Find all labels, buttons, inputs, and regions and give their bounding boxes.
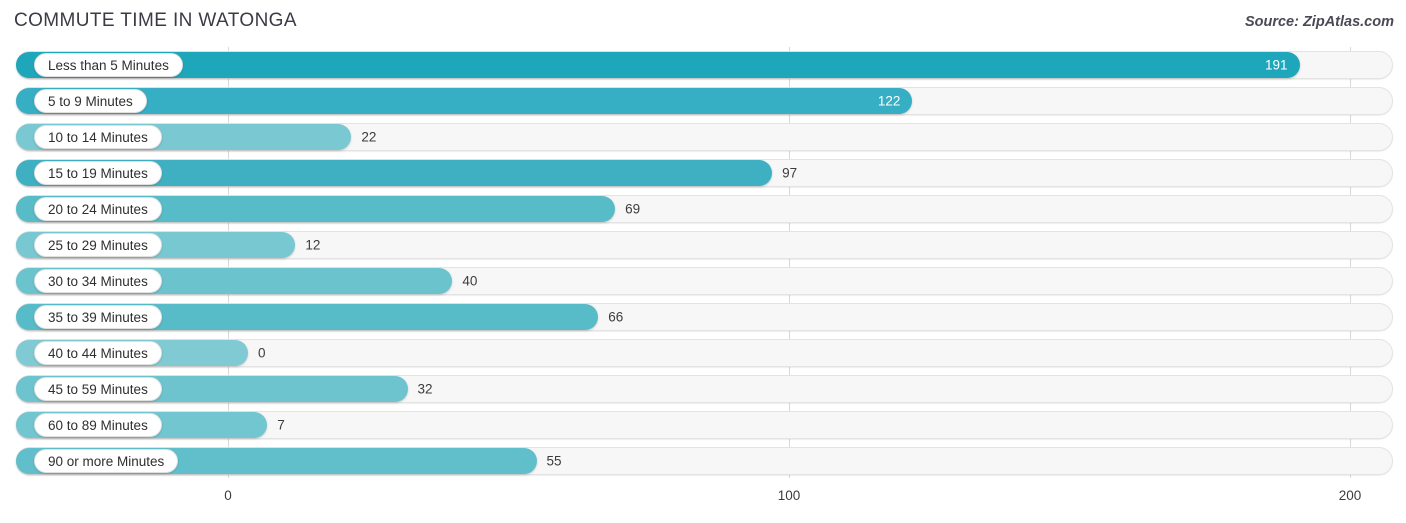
- x-axis-tick-label: 200: [1338, 488, 1362, 503]
- bar-row[interactable]: 55 90 or more Minutes: [0, 443, 1406, 479]
- bar-row[interactable]: 66 35 to 39 Minutes: [0, 299, 1406, 335]
- bar-rows: 191 Less than 5 Minutes 122 5 to 9 Minutes 2…: [0, 47, 1406, 479]
- bar-row[interactable]: 0 40 to 44 Minutes: [0, 335, 1406, 371]
- category-label: 25 to 29 Minutes: [34, 233, 162, 257]
- bar-row[interactable]: 122 5 to 9 Minutes: [0, 83, 1406, 119]
- plot-area: 191 Less than 5 Minutes 122 5 to 9 Minutes 2…: [0, 47, 1406, 484]
- bar[interactable]: 122: [16, 88, 913, 114]
- chart-container: COMMUTE TIME IN WATONGA Source: ZipAtlas…: [0, 0, 1406, 523]
- category-label: 15 to 19 Minutes: [34, 161, 162, 185]
- bar-value-label: 97: [782, 165, 798, 181]
- bar[interactable]: 191: [16, 52, 1300, 78]
- bar-row[interactable]: 69 20 to 24 Minutes: [0, 191, 1406, 227]
- bar-row[interactable]: 32 45 to 59 Minutes: [0, 371, 1406, 407]
- bar-value-label: 40: [462, 273, 478, 289]
- category-label: 90 or more Minutes: [34, 449, 179, 473]
- category-label: 30 to 34 Minutes: [34, 269, 162, 293]
- bar-value-label: 191: [1264, 57, 1288, 73]
- bar-row[interactable]: 97 15 to 19 Minutes: [0, 155, 1406, 191]
- bar-row[interactable]: 191 Less than 5 Minutes: [0, 47, 1406, 83]
- category-label: 5 to 9 Minutes: [34, 89, 147, 113]
- category-label: 10 to 14 Minutes: [34, 125, 162, 149]
- source-attribution: Source: ZipAtlas.com: [1244, 14, 1394, 30]
- bar-value-label: 32: [417, 381, 433, 397]
- bar-value-label: 22: [361, 129, 377, 145]
- x-axis-tick-label: 100: [777, 488, 801, 503]
- category-label: 40 to 44 Minutes: [34, 341, 162, 365]
- x-axis: 0 100 200: [0, 484, 1406, 514]
- category-label: Less than 5 Minutes: [34, 53, 183, 77]
- category-label: 35 to 39 Minutes: [34, 305, 162, 329]
- bar-value-label: 122: [877, 93, 901, 109]
- x-axis-tick-label: 0: [224, 488, 232, 503]
- bar-value-label: 55: [546, 453, 562, 469]
- bar-row[interactable]: 22 10 to 14 Minutes: [0, 119, 1406, 155]
- bar-value-label: 69: [625, 201, 641, 217]
- bar-value-label: 7: [277, 417, 285, 433]
- bar-row[interactable]: 40 30 to 34 Minutes: [0, 263, 1406, 299]
- bar-row[interactable]: 12 25 to 29 Minutes: [0, 227, 1406, 263]
- category-label: 60 to 89 Minutes: [34, 413, 162, 437]
- bar-value-label: 0: [258, 345, 266, 361]
- bar-value-label: 66: [608, 309, 624, 325]
- bar-value-label: 12: [305, 237, 321, 253]
- chart-title: COMMUTE TIME IN WATONGA: [14, 10, 297, 31]
- bar-row[interactable]: 7 60 to 89 Minutes: [0, 407, 1406, 443]
- category-label: 20 to 24 Minutes: [34, 197, 162, 221]
- category-label: 45 to 59 Minutes: [34, 377, 162, 401]
